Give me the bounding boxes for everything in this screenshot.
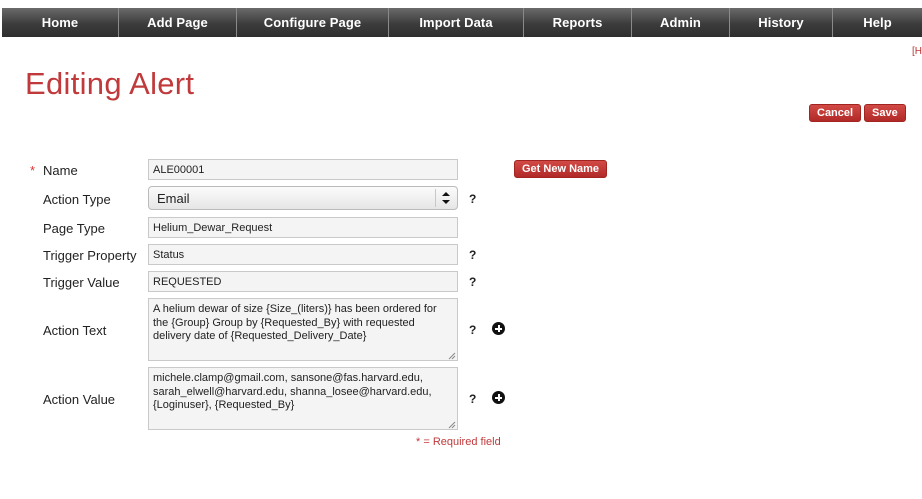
name-label: Name [43,163,78,178]
required-field-note: * = Required field [416,436,501,448]
cancel-button[interactable]: Cancel [809,104,862,122]
action-text-textarea[interactable]: A helium dewar of size {Size_(liters)} h… [148,298,458,361]
action-value-value: michele.clamp@gmail.com, sansone@fas.har… [153,372,432,411]
resize-handle-icon[interactable] [448,351,456,360]
page-type-label: Page Type [43,221,105,236]
corner-link[interactable]: [H [912,46,922,57]
action-type-select[interactable]: Email [148,186,458,210]
action-type-help-icon[interactable]: ? [469,192,476,206]
name-field[interactable]: ALE00001 [148,159,458,180]
trigger-value-field[interactable]: REQUESTED [148,271,458,292]
nav-import-data[interactable]: Import Data [389,8,524,37]
action-text-help-icon[interactable]: ? [469,323,476,337]
action-type-label: Action Type [43,192,111,207]
trigger-property-help-icon[interactable]: ? [469,248,476,262]
page-type-field[interactable]: Helium_Dewar_Request [148,217,458,238]
action-value-label: Action Value [43,392,116,407]
action-type-selected-value: Email [157,191,190,206]
nav-help[interactable]: Help [833,8,922,37]
resize-handle-icon[interactable] [448,420,456,429]
select-arrows-icon [435,189,455,207]
trigger-property-field[interactable]: Status [148,244,458,265]
nav-configure-page[interactable]: Configure Page [237,8,389,37]
action-text-label: Action Text [43,323,107,338]
nav-home[interactable]: Home [2,8,119,37]
action-value-help-icon[interactable]: ? [469,392,476,406]
nav-history[interactable]: History [730,8,833,37]
trigger-value-label: Trigger Value [43,275,120,290]
action-value-textarea[interactable]: michele.clamp@gmail.com, sansone@fas.har… [148,367,458,430]
action-text-add-icon[interactable] [492,322,505,335]
trigger-property-label: Trigger Property [43,248,137,263]
nav-admin[interactable]: Admin [632,8,730,37]
action-text-value: A helium dewar of size {Size_(liters)} h… [153,303,437,342]
page-title: Editing Alert [25,66,195,101]
save-button[interactable]: Save [864,104,906,122]
top-nav-bar: Home Add Page Configure Page Import Data… [2,8,922,37]
required-asterisk: * [30,163,36,178]
nav-add-page[interactable]: Add Page [119,8,237,37]
action-value-add-icon[interactable] [492,391,505,404]
trigger-value-help-icon[interactable]: ? [469,275,476,289]
get-new-name-button[interactable]: Get New Name [514,160,608,178]
nav-reports[interactable]: Reports [524,8,632,37]
